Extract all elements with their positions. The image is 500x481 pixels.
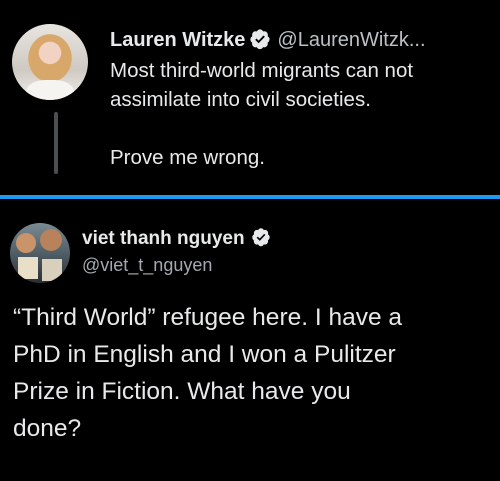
avatar-person [40,229,62,251]
tweet-text-line: “Third World” refugee here. I have a [13,304,403,331]
tweet-text: “Third World” refugee here. I have a PhD… [13,299,493,447]
tweet-header: Lauren Witzke @LaurenWitzk... [110,26,495,54]
avatar-book [42,259,62,281]
avatar[interactable] [10,223,70,283]
handle[interactable]: @viet_t_nguyen [82,253,212,277]
avatar-book [18,257,38,279]
display-name[interactable]: viet thanh nguyen [82,228,245,249]
verified-badge-icon [250,29,271,50]
avatar[interactable] [12,24,88,100]
display-name[interactable]: Lauren Witzke [110,29,245,51]
tweet-text-line: assimilate into civil societies. [110,88,371,111]
avatar-person [16,233,36,253]
thread-connector-line [54,112,58,174]
handle[interactable]: @LaurenWitzk... [277,29,425,51]
tweet-text-line: Most third-world migrants can not [110,59,414,82]
tweet-text-line: Prize in Fiction. What have you [13,378,351,405]
tweet-text-line: done? [13,415,82,442]
display-name-row: viet thanh nguyen [82,227,277,251]
reply-tweet: viet thanh nguyen @viet_t_nguyen “Third … [0,199,500,481]
tweet-text-line: Prove me wrong. [110,146,265,169]
avatar-shirt [26,80,74,100]
verified-badge-icon [251,228,270,247]
top-tweet: Lauren Witzke @LaurenWitzk... Most third-… [0,0,500,196]
tweet-text-line: PhD in English and I won a Pulitzer [13,341,396,368]
tweet-text: Most third-world migrants can not assimi… [110,56,495,172]
